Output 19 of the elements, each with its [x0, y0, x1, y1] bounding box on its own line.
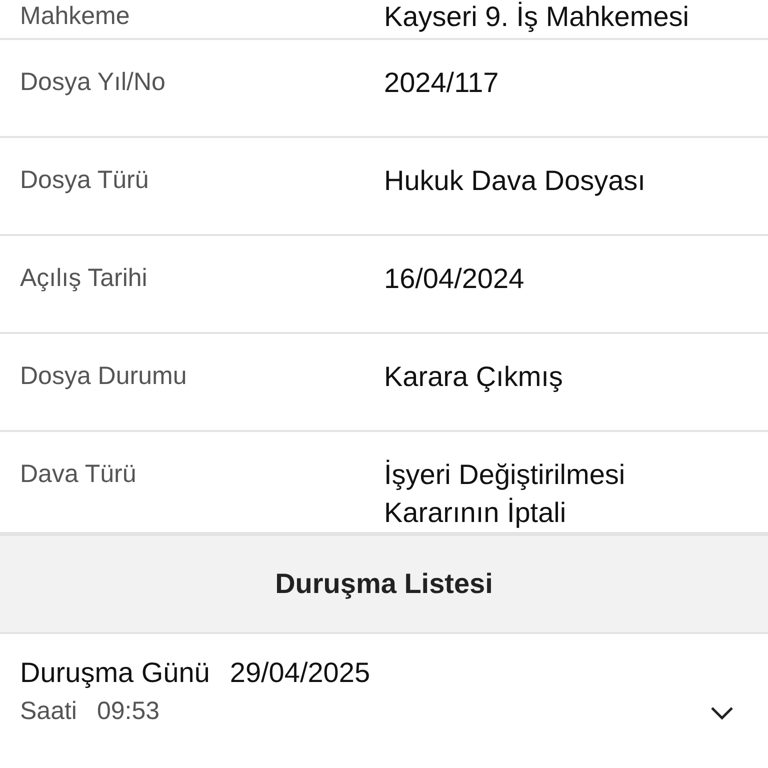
hearing-day: 29/04/2025 — [230, 654, 370, 692]
hearing-time: 09:53 — [96, 696, 160, 727]
field-label: Mahkeme — [20, 2, 131, 32]
field-value: Karara Çıkmış — [384, 360, 564, 394]
hearing-day-label: Duruşma Günü — [20, 656, 210, 690]
field-value: 2024/117 — [384, 66, 500, 100]
field-value: 16/04/2024 — [384, 262, 526, 296]
field-value: İşyeri Değiştirilmesi Kararının İptali — [384, 458, 626, 530]
field-label: Dosya Yıl/No — [20, 68, 166, 98]
field-value: Kayseri 9. İş Mahkemesi — [384, 0, 690, 34]
field-label: Dosya Durumu — [20, 362, 188, 392]
section-header: Duruşma Listesi — [0, 534, 768, 634]
field-label: Dava Türü — [20, 460, 138, 490]
field-value: Hukuk Dava Dosyası — [384, 164, 646, 198]
chevron-down-icon[interactable] — [710, 706, 734, 720]
hearing-time-label: Saati — [20, 696, 77, 727]
field-label: Açılış Tarihi — [20, 264, 148, 294]
hearing-item[interactable]: Duruşma Günü 29/04/2025 Saati 09:53 — [0, 634, 768, 738]
field-label: Dosya Türü — [20, 166, 150, 196]
